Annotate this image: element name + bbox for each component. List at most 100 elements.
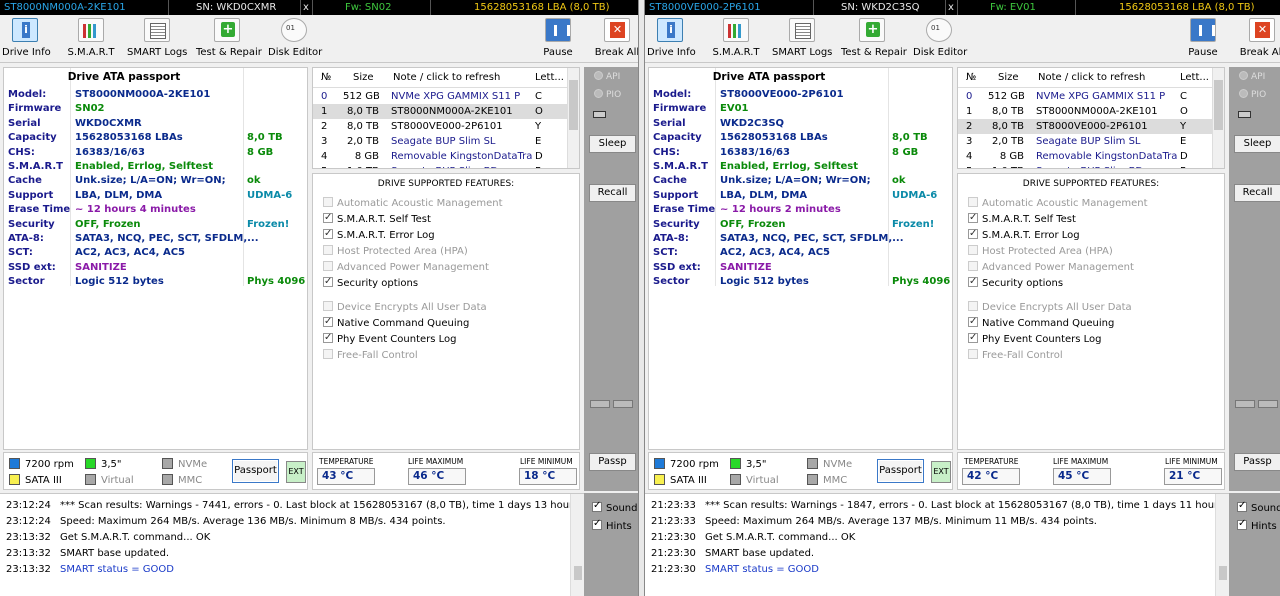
feature-checkbox[interactable]: Free-Fall Control	[968, 349, 1063, 363]
col-number[interactable]: №	[966, 68, 976, 88]
col-letter[interactable]: Lett...	[1180, 68, 1209, 88]
drive-row[interactable]: 4 8 GB Removable KingstonDataTra... D	[313, 149, 568, 164]
drive-cell-note: ST8000VE000-2P6101	[1036, 121, 1148, 132]
api-radio[interactable]: API	[1239, 71, 1265, 82]
feature-checkbox[interactable]: Device Encrypts All User Data	[968, 301, 1132, 315]
ext-button[interactable]: EXT	[286, 461, 306, 483]
scrollbar-thumb[interactable]	[569, 80, 578, 130]
feature-checkbox[interactable]: Native Command Queuing	[323, 315, 469, 331]
recall-button[interactable]: Recall	[1234, 184, 1280, 202]
scrollbar-thumb[interactable]	[1219, 566, 1227, 580]
feature-checkbox[interactable]: Security options	[968, 275, 1063, 291]
test-repair-button[interactable]: Test & Repair	[841, 18, 907, 62]
drive-info-button[interactable]: Drive Info	[2, 18, 51, 62]
small-right-button[interactable]	[613, 400, 633, 408]
virtual-indicator: Virtual	[85, 474, 134, 487]
temperature-bar: TEMPERATURE 43 °C LIFE MAXIMUM 46 °C LIF…	[312, 452, 580, 490]
close-tab-icon[interactable]: x	[948, 0, 954, 15]
smart-logs-button[interactable]: SMART Logs	[772, 18, 832, 62]
col-size[interactable]: Size	[998, 68, 1019, 88]
small-right-button[interactable]	[1258, 400, 1278, 408]
drive-cell-no: 5	[966, 164, 972, 168]
drive-cell-letter: O	[1180, 106, 1188, 117]
feature-checkbox[interactable]: Phy Event Counters Log	[968, 331, 1102, 347]
col-note[interactable]: Note / click to refresh	[393, 68, 500, 88]
scrollbar-thumb[interactable]	[574, 566, 582, 580]
col-note[interactable]: Note / click to refresh	[1038, 68, 1145, 88]
log-time: 23:12:24	[6, 500, 51, 511]
pause-button[interactable]: Pause	[1183, 18, 1223, 62]
hints-checkbox[interactable]: Hints	[1237, 518, 1277, 532]
feature-checkbox[interactable]: Phy Event Counters Log	[323, 331, 457, 347]
col-letter[interactable]: Lett...	[535, 68, 564, 88]
disk-editor-button[interactable]: Disk Editor	[913, 18, 967, 62]
drive-list-scrollbar[interactable]	[567, 68, 579, 168]
feature-checkbox[interactable]: S.M.A.R.T. Self Test	[968, 211, 1076, 227]
drive-info-button[interactable]: Drive Info	[647, 18, 696, 62]
info-icon	[657, 18, 683, 42]
drive-row[interactable]: 1 8,0 TB ST8000NM000A-2KE101 O	[958, 104, 1213, 119]
col-number[interactable]: №	[321, 68, 331, 88]
drive-row[interactable]: 2 8,0 TB ST8000VE000-2P6101 Y	[313, 119, 568, 134]
hints-checkbox[interactable]: Hints	[592, 518, 632, 532]
feature-checkbox[interactable]: S.M.A.R.T. Error Log	[323, 227, 435, 243]
feature-checkbox[interactable]: Advanced Power Management	[323, 261, 489, 275]
panel-separator[interactable]	[638, 0, 645, 596]
break-all-button[interactable]: Break All	[1239, 18, 1280, 62]
drive-row[interactable]: 5 1,0 TB Seagate BUP Slim BDF	[958, 164, 1213, 168]
smart-logs-button[interactable]: SMART Logs	[127, 18, 187, 62]
log-scrollbar[interactable]	[1215, 494, 1229, 596]
passport-row: S.M.A.R.T Enabled, Errlog, Selftest	[4, 160, 307, 174]
sound-checkbox[interactable]: Sound	[1237, 500, 1280, 514]
api-radio[interactable]: API	[594, 71, 620, 82]
disk-editor-button[interactable]: Disk Editor	[268, 18, 322, 62]
feature-checkbox[interactable]: Host Protected Area (HPA)	[323, 245, 468, 259]
passp-button[interactable]: Passp	[589, 453, 636, 471]
drive-row[interactable]: 2 8,0 TB ST8000VE000-2P6101 Y	[958, 119, 1213, 134]
feature-checkbox[interactable]: Host Protected Area (HPA)	[968, 245, 1113, 259]
log-message: SMART status = GOOD	[705, 564, 819, 575]
passp-button[interactable]: Passp	[1234, 453, 1280, 471]
ext-button[interactable]: EXT	[931, 461, 951, 483]
feature-checkbox[interactable]: S.M.A.R.T. Error Log	[968, 227, 1080, 243]
small-left-button[interactable]	[590, 400, 610, 408]
feature-checkbox[interactable]: Device Encrypts All User Data	[323, 301, 487, 315]
feature-checkbox[interactable]: Automatic Acoustic Management	[323, 197, 503, 211]
drive-row[interactable]: 4 8 GB Removable KingstonDataTra... D	[958, 149, 1213, 164]
drive-row[interactable]: 5 1,0 TB Seagate BUP Slim BDF	[313, 164, 568, 168]
feature-checkbox[interactable]: Free-Fall Control	[323, 349, 418, 363]
feature-checkbox[interactable]: S.M.A.R.T. Self Test	[323, 211, 431, 227]
break-all-button[interactable]: Break All	[594, 18, 638, 62]
feature-checkbox[interactable]: Native Command Queuing	[968, 315, 1114, 331]
scrollbar-thumb[interactable]	[1214, 80, 1223, 130]
drive-row[interactable]: 0 512 GB NVMe XPG GAMMIX S11 P C	[958, 89, 1213, 104]
test-repair-button[interactable]: Test & Repair	[196, 18, 262, 62]
drive-row[interactable]: 1 8,0 TB ST8000NM000A-2KE101 O	[313, 104, 568, 119]
drive-list-scrollbar[interactable]	[1212, 68, 1224, 168]
pio-radio[interactable]: PIO	[1239, 89, 1266, 100]
feature-checkbox[interactable]: Advanced Power Management	[968, 261, 1134, 275]
pause-button[interactable]: Pause	[538, 18, 578, 62]
small-left-button[interactable]	[1235, 400, 1255, 408]
sleep-button[interactable]: Sleep	[589, 135, 636, 153]
passport-button[interactable]: Passport	[232, 459, 279, 483]
smart-button[interactable]: S.M.A.R.T	[64, 18, 118, 62]
feature-checkbox[interactable]: Automatic Acoustic Management	[968, 197, 1148, 211]
passport-row: Sector Logic 512 bytes Phys 4096	[4, 275, 307, 289]
recall-button[interactable]: Recall	[589, 184, 636, 202]
log-scrollbar[interactable]	[570, 494, 584, 596]
passport-row: Erase Time ~ 12 hours 4 minutes	[4, 203, 307, 217]
drive-row[interactable]: 3 2,0 TB Seagate BUP Slim SL E	[313, 134, 568, 149]
pio-radio[interactable]: PIO	[594, 89, 621, 100]
info-icon	[12, 18, 38, 42]
passport-button[interactable]: Passport	[877, 459, 924, 483]
feature-checkbox[interactable]: Security options	[323, 275, 418, 291]
sound-checkbox[interactable]: Sound	[592, 500, 638, 514]
temperature-value: 42 °C	[962, 468, 1020, 485]
drive-row[interactable]: 0 512 GB NVMe XPG GAMMIX S11 P C	[313, 89, 568, 104]
sleep-button[interactable]: Sleep	[1234, 135, 1280, 153]
smart-button[interactable]: S.M.A.R.T	[709, 18, 763, 62]
drive-row[interactable]: 3 2,0 TB Seagate BUP Slim SL E	[958, 134, 1213, 149]
col-size[interactable]: Size	[353, 68, 374, 88]
close-tab-icon[interactable]: x	[303, 0, 309, 15]
